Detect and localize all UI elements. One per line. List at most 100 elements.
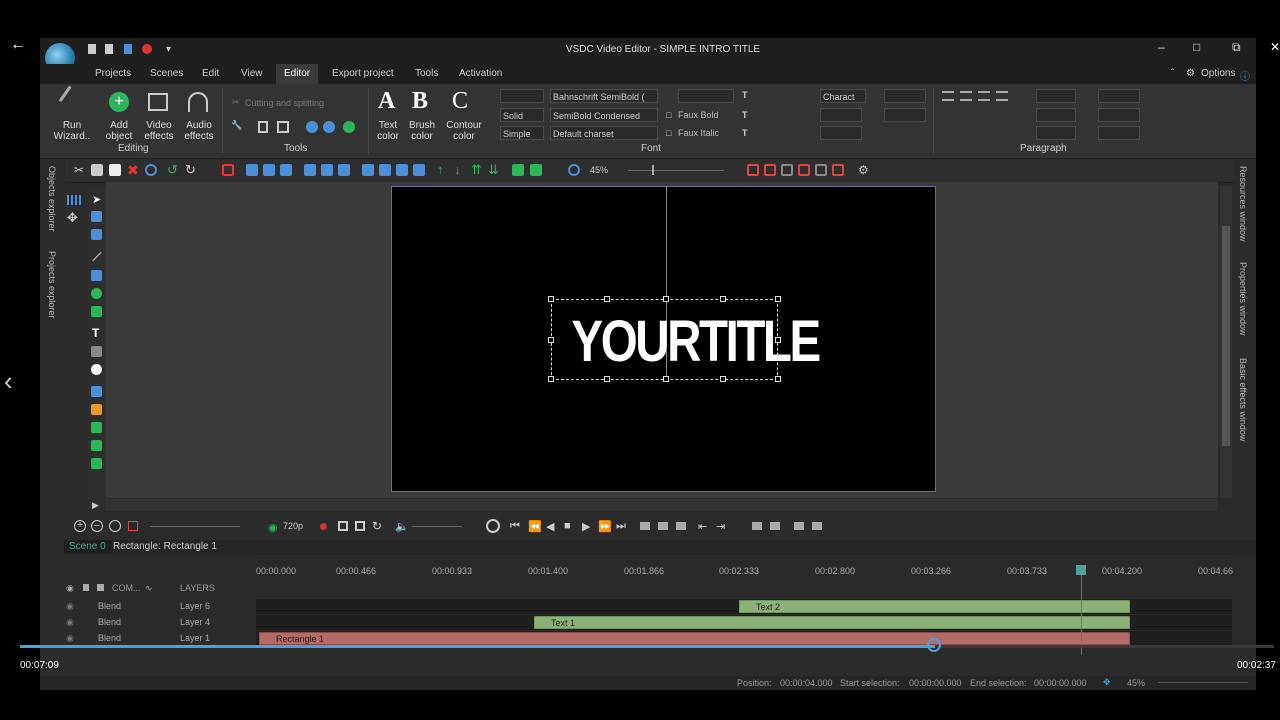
charset-select[interactable]: Default charset — [550, 126, 658, 140]
cut-icon[interactable]: ✂ — [74, 164, 86, 176]
loop-icon[interactable] — [355, 521, 365, 531]
spacing-before-field[interactable] — [1098, 89, 1140, 103]
resize-handle[interactable] — [548, 376, 554, 382]
indent-first-field[interactable] — [1036, 126, 1076, 140]
resize-handle[interactable] — [604, 296, 610, 302]
undo-icon[interactable]: ↺ — [167, 163, 179, 176]
resize-handle[interactable] — [548, 296, 554, 302]
step-back-icon[interactable]: ◀ — [546, 520, 554, 533]
info-icon[interactable]: ⓘ — [1240, 68, 1250, 83]
resize-handle[interactable] — [548, 337, 554, 343]
stabilize-icon[interactable] — [343, 121, 355, 133]
zoom-slider[interactable] — [628, 170, 724, 171]
menu-tools[interactable]: Tools — [415, 68, 438, 79]
align-clips-icon[interactable] — [752, 522, 762, 530]
align-bottom-objects-icon[interactable] — [338, 164, 350, 176]
resize-handle[interactable] — [720, 376, 726, 382]
layer-row[interactable] — [64, 615, 256, 630]
minimize-icon[interactable]: – — [1158, 40, 1165, 54]
run-wizard-button[interactable]: Run Wizard.. — [48, 120, 96, 142]
fast-forward-icon[interactable]: ⏩ — [598, 520, 612, 533]
indent-right-field[interactable] — [1036, 108, 1076, 122]
objects-explorer-tab[interactable]: Objects explorer — [41, 160, 65, 240]
vertical-scrollbar[interactable] — [1220, 186, 1232, 498]
collapse-ribbon-icon[interactable]: ˆ — [1171, 68, 1174, 79]
menu-scenes[interactable]: Scenes — [150, 68, 183, 79]
align-middle-objects-icon[interactable] — [321, 164, 333, 176]
chart-tool-icon[interactable] — [91, 386, 102, 397]
subtitle-tool-icon[interactable] — [91, 346, 102, 357]
group-icon[interactable] — [512, 164, 524, 176]
menu-view[interactable]: View — [241, 68, 263, 79]
blend-mode-label[interactable]: Blend — [98, 601, 121, 611]
properties-window-tab[interactable]: Properties window — [1238, 262, 1248, 336]
record-circle-icon[interactable] — [145, 164, 157, 176]
skip-end-icon[interactable]: ⏭ — [616, 520, 626, 533]
delete-icon[interactable]: ✖ — [127, 163, 139, 177]
rulers-icon[interactable] — [815, 164, 827, 176]
resize-handle[interactable] — [775, 376, 781, 382]
text-tool-icon[interactable]: T — [92, 326, 99, 340]
close-icon[interactable]: ✕ — [1270, 40, 1280, 54]
distribute-icon[interactable] — [362, 164, 374, 176]
resize-handle[interactable] — [663, 376, 669, 382]
lock-guides-icon[interactable] — [798, 164, 810, 176]
clip-rectangle-1[interactable]: Rectangle 1 — [259, 632, 1130, 645]
spacing-after-field[interactable] — [1098, 108, 1140, 122]
same-height-icon[interactable] — [396, 164, 408, 176]
next-marker-icon[interactable]: ⇥ — [716, 520, 725, 533]
indent-left-field[interactable] — [1036, 89, 1076, 103]
text-size-icon[interactable]: T — [742, 110, 748, 120]
same-width-icon[interactable] — [379, 164, 391, 176]
record-dot-icon[interactable] — [320, 523, 327, 530]
resize-handle[interactable] — [604, 376, 610, 382]
playhead-handle[interactable] — [1076, 565, 1086, 575]
clip-text-1[interactable]: Text 1 — [534, 616, 1130, 629]
redo-icon[interactable]: ↻ — [185, 163, 197, 176]
distribute-clips-icon[interactable] — [770, 522, 780, 530]
text-case-icon[interactable]: T — [742, 128, 748, 138]
zoom-fit-icon[interactable]: ✥ — [1103, 677, 1111, 688]
preview-eye-icon[interactable]: ◉ — [268, 521, 278, 534]
bring-forward-icon[interactable]: ↑ — [437, 163, 449, 176]
refresh-icon[interactable]: ↻ — [372, 519, 382, 533]
selection-box[interactable] — [551, 299, 778, 380]
stop-icon[interactable]: ■ — [564, 520, 571, 532]
layer-row[interactable] — [64, 631, 256, 646]
grid-dots-icon[interactable] — [67, 195, 81, 205]
magnet-icon[interactable] — [812, 522, 822, 530]
snap-icon[interactable] — [764, 164, 776, 176]
basic-effects-window-tab[interactable]: Basic effects window — [1238, 358, 1248, 441]
fit-timeline-icon[interactable] — [109, 520, 121, 532]
player-progress-knob[interactable] — [927, 638, 941, 652]
expand-tools-icon[interactable]: ▶ — [92, 500, 99, 511]
tab-scene-0[interactable]: Scene 0 — [64, 540, 111, 553]
layer-eye-icon[interactable]: ◉ — [66, 601, 74, 612]
split-icon[interactable] — [640, 522, 650, 530]
menu-projects[interactable]: Projects — [95, 68, 131, 79]
wrench-icon[interactable]: 🔧 — [231, 120, 242, 131]
select-rect-icon[interactable] — [91, 211, 102, 222]
send-backward-icon[interactable]: ↓ — [454, 163, 466, 176]
settings-gear-icon[interactable]: ⚙ — [858, 164, 870, 176]
restore-icon[interactable]: ⧉ — [1232, 40, 1241, 55]
font-name-select[interactable]: Bahnschrift SemiBold ( — [550, 89, 658, 103]
align-right-objects-icon[interactable] — [280, 164, 292, 176]
layer-name[interactable]: Layer 1 — [180, 633, 210, 643]
options-button[interactable]: Options — [1201, 68, 1235, 79]
rewind-icon[interactable]: ⏪ — [528, 520, 542, 533]
send-to-back-icon[interactable]: ⇊ — [488, 163, 500, 176]
resolution-select[interactable]: 720p — [283, 521, 303, 531]
image-tool-icon[interactable] — [91, 422, 102, 433]
layer-row[interactable] — [64, 599, 256, 614]
same-size-icon[interactable] — [413, 164, 425, 176]
previous-chevron-icon[interactable]: ‹ — [4, 366, 13, 397]
ungroup-icon[interactable] — [530, 164, 542, 176]
zoom-out-icon[interactable]: – — [91, 520, 103, 532]
menu-export-project[interactable]: Export project — [332, 68, 394, 79]
align-top-objects-icon[interactable] — [304, 164, 316, 176]
snapshot-icon[interactable] — [338, 521, 348, 531]
pointer-tool-icon[interactable]: ➤ — [92, 193, 101, 206]
rotate-icon[interactable] — [306, 121, 318, 133]
playhead-line[interactable] — [1081, 565, 1082, 655]
